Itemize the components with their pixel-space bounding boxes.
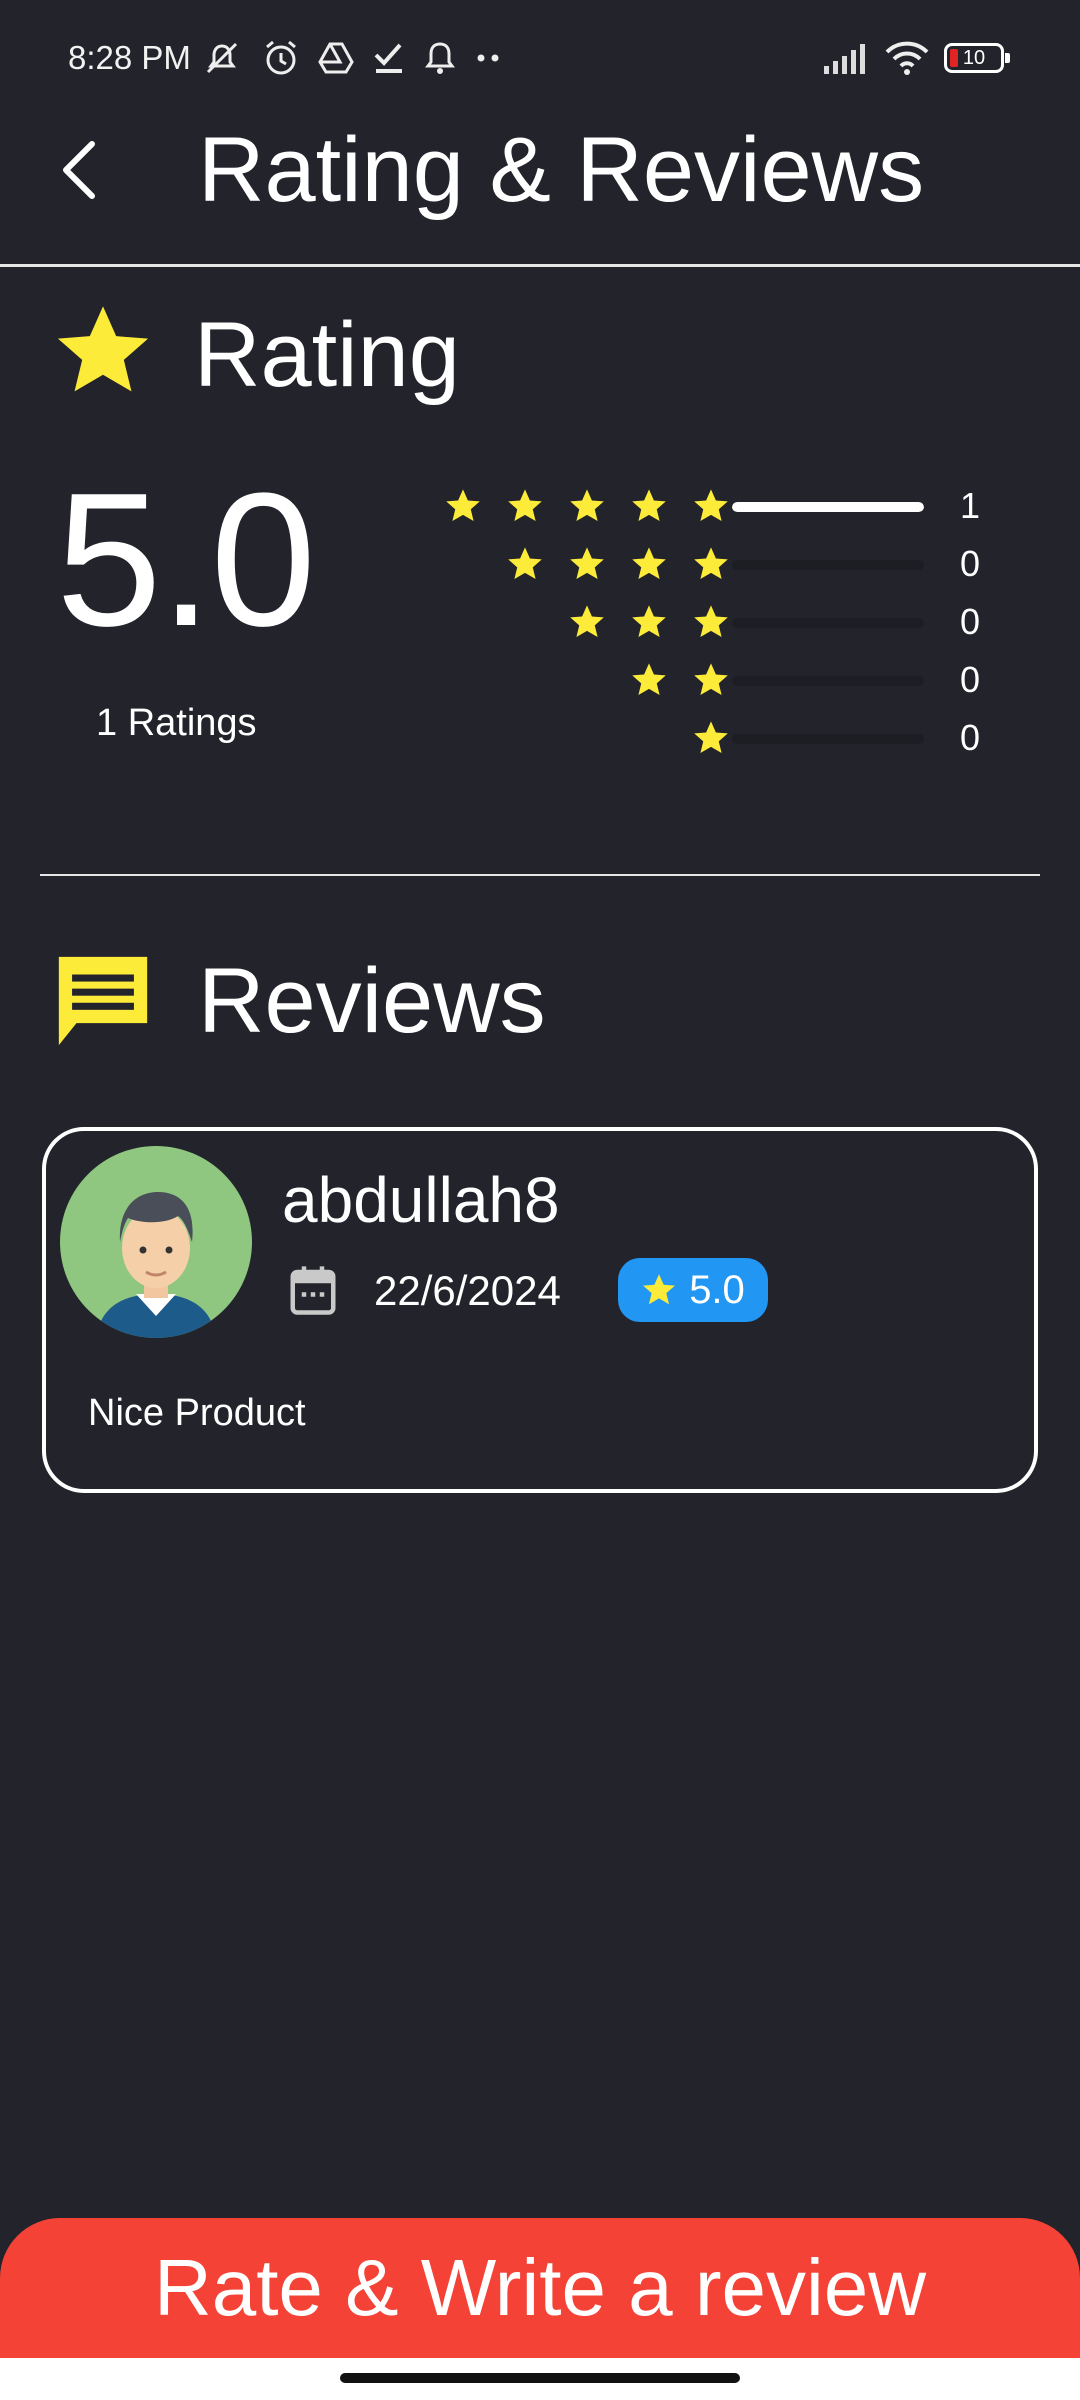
star-icon	[446, 489, 480, 522]
distribution-count: 0	[960, 659, 981, 700]
distribution-row-1-star: 0	[400, 716, 1000, 760]
distribution-bar	[732, 560, 924, 570]
star-icon	[694, 605, 728, 638]
calendar-icon	[290, 1266, 336, 1315]
star-icon	[694, 663, 728, 696]
distribution-bar	[732, 734, 924, 744]
star-icon	[632, 547, 666, 580]
average-rating: 5.0	[56, 454, 316, 666]
home-indicator[interactable]	[340, 2373, 740, 2383]
mute-icon	[206, 42, 238, 74]
reviews-section-title: Reviews	[198, 950, 546, 1052]
user-avatar-icon	[96, 1192, 216, 1338]
check-icon	[374, 43, 402, 73]
rating-section-title: Rating	[194, 304, 460, 406]
star-icon	[508, 547, 542, 580]
review-score-badge: 5.0	[618, 1258, 768, 1322]
drive-icon	[318, 42, 354, 74]
star-icon	[570, 605, 604, 638]
distribution-bar	[732, 502, 924, 512]
status-icons-left	[200, 38, 502, 78]
badge-star-icon	[643, 1274, 676, 1305]
review-date: 22/6/2024	[374, 1267, 561, 1314]
distribution-bar	[732, 676, 924, 686]
star-icon	[694, 547, 728, 580]
distribution-row-2-star: 0	[400, 658, 1000, 702]
battery-level: 10	[962, 47, 986, 69]
star-icon	[508, 489, 542, 522]
section-divider	[40, 874, 1040, 876]
star-icon	[632, 605, 666, 638]
distribution-bar	[732, 618, 924, 628]
star-icon	[570, 547, 604, 580]
distribution-row-3-star: 0	[400, 600, 1000, 644]
star-icon	[694, 721, 728, 754]
distribution-count: 0	[960, 601, 981, 642]
distribution-count: 0	[960, 543, 981, 584]
rating-star-icon	[57, 306, 149, 392]
back-button[interactable]	[50, 130, 110, 210]
star-icon	[570, 489, 604, 522]
distribution-stars	[630, 658, 730, 702]
avatar	[60, 1146, 252, 1338]
distribution-stars	[568, 600, 730, 644]
distribution-count: 1	[960, 485, 981, 526]
battery-icon: 10	[944, 43, 1010, 73]
wifi-icon	[885, 41, 929, 75]
back-arrow-icon	[63, 141, 95, 199]
alarm-icon	[266, 40, 296, 75]
distribution-row-5-star: 1	[400, 484, 1000, 528]
status-time: 8:28 PM	[68, 39, 191, 76]
rating-count: 1 Ratings	[96, 702, 257, 744]
review-username: abdullah8	[282, 1164, 560, 1236]
status-icons-right: 10	[822, 38, 1010, 78]
star-icon	[694, 489, 728, 522]
reviews-chat-icon	[58, 956, 148, 1046]
distribution-row-4-star: 0	[400, 542, 1000, 586]
star-icon	[632, 489, 666, 522]
review-score: 5.0	[689, 1267, 745, 1312]
bell-icon	[425, 42, 455, 74]
header-divider	[0, 264, 1080, 267]
review-text: Nice Product	[88, 1392, 306, 1434]
star-icon	[632, 663, 666, 696]
distribution-stars	[692, 716, 730, 760]
signal-icon	[824, 44, 865, 74]
more-dots-icon	[477, 54, 499, 62]
distribution-stars	[506, 542, 730, 586]
distribution-bar-fill	[732, 502, 924, 512]
rate-write-review-button[interactable]: Rate & Write a review	[0, 2218, 1080, 2358]
page-title: Rating & Reviews	[198, 119, 925, 221]
distribution-stars	[444, 484, 730, 528]
distribution-count: 0	[960, 717, 981, 758]
